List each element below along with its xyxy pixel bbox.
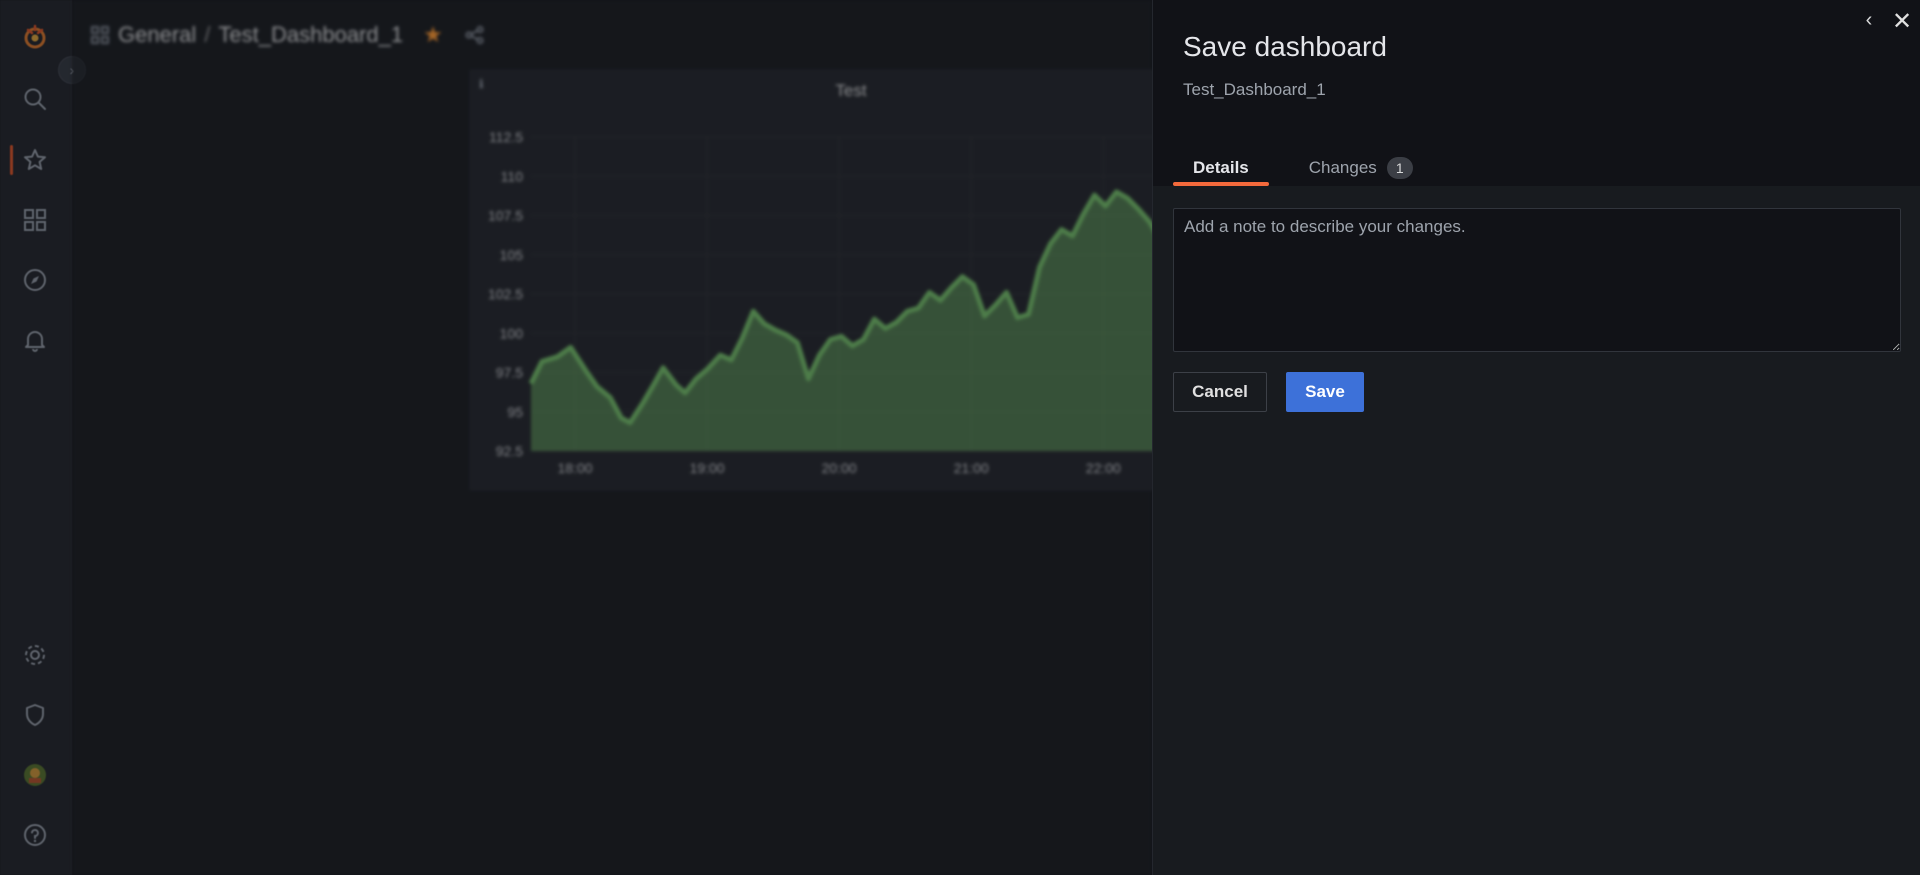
drawer-subtitle: Test_Dashboard_1 bbox=[1183, 80, 1326, 99]
drawer-header: Save dashboard Test_Dashboard_1 ‹ ✕ Deta… bbox=[1153, 0, 1920, 186]
y-tick-label-2: 107.5 bbox=[488, 208, 523, 224]
tab-details-label: Details bbox=[1193, 158, 1249, 177]
y-tick-label-0: 112.5 bbox=[489, 129, 523, 145]
tab-changes-label: Changes bbox=[1308, 158, 1377, 177]
y-tick-label-4: 102.5 bbox=[488, 286, 523, 302]
alerting-bell-icon[interactable] bbox=[20, 325, 50, 355]
tab-details[interactable]: Details bbox=[1173, 150, 1269, 186]
x-tick-label-2: 20:00 bbox=[822, 460, 857, 476]
changes-count-badge: 1 bbox=[1386, 157, 1413, 179]
share-icon[interactable] bbox=[465, 25, 485, 45]
y-tick-label-6: 97.5 bbox=[496, 365, 523, 381]
x-tick-label-4: 22:00 bbox=[1086, 460, 1121, 476]
breadcrumb-folder[interactable]: General bbox=[118, 22, 196, 48]
y-tick-label-1: 110 bbox=[501, 168, 524, 184]
dashboards-icon[interactable] bbox=[20, 205, 50, 235]
breadcrumb: General / Test_Dashboard_1 ★ bbox=[90, 20, 485, 50]
server-admin-shield-icon[interactable] bbox=[20, 700, 50, 730]
grafana-logo-icon[interactable] bbox=[20, 22, 50, 52]
chevron-left-icon[interactable]: ‹ bbox=[1857, 8, 1881, 32]
drawer-title: Save dashboard bbox=[1183, 31, 1387, 62]
cancel-button[interactable]: Cancel bbox=[1173, 372, 1267, 412]
x-tick-label-3: 21:00 bbox=[954, 460, 989, 476]
y-tick-label-5: 100 bbox=[500, 325, 524, 341]
configuration-gear-icon[interactable] bbox=[20, 640, 50, 670]
close-icon[interactable]: ✕ bbox=[1889, 8, 1915, 35]
y-tick-label-8: 92.5 bbox=[496, 443, 523, 459]
star-icon[interactable]: ★ bbox=[423, 22, 443, 48]
chart: 112.5 110 107.5 105 102.5 100 97.5 95 92.5 18:00 1… bbox=[488, 129, 1231, 476]
dashboard-grid-icon bbox=[90, 25, 110, 45]
side-nav bbox=[0, 0, 72, 875]
search-icon[interactable] bbox=[20, 84, 50, 114]
dashboard-area: General / Test_Dashboard_1 ★ 112.5 110 107… bbox=[72, 0, 1232, 875]
help-icon[interactable] bbox=[20, 820, 50, 850]
tab-changes[interactable]: Changes 1 bbox=[1289, 150, 1433, 186]
x-tick-label-0: 18:00 bbox=[558, 460, 593, 476]
x-tick-label-1: 19:00 bbox=[690, 460, 725, 476]
save-dashboard-drawer: Save dashboard Test_Dashboard_1 ‹ ✕ Deta… bbox=[1152, 0, 1920, 875]
save-button[interactable]: Save bbox=[1286, 372, 1364, 412]
y-tick-label-7: 95 bbox=[507, 404, 523, 420]
starred-icon[interactable] bbox=[20, 145, 50, 175]
explore-compass-icon[interactable] bbox=[20, 265, 50, 295]
user-avatar[interactable] bbox=[20, 760, 50, 790]
breadcrumb-separator: / bbox=[204, 22, 211, 47]
drawer-tabs: Details Changes 1 bbox=[1173, 150, 1433, 186]
active-nav-indicator bbox=[10, 145, 13, 175]
timeseries-panel[interactable]: 112.5 110 107.5 105 102.5 100 97.5 95 92.5 18:00 1… bbox=[470, 70, 1232, 490]
y-tick-label-3: 105 bbox=[500, 247, 524, 263]
change-note-textarea[interactable] bbox=[1173, 208, 1901, 352]
breadcrumb-dashboard-name[interactable]: Test_Dashboard_1 bbox=[218, 22, 403, 48]
panel-title[interactable]: Test bbox=[471, 81, 1231, 101]
